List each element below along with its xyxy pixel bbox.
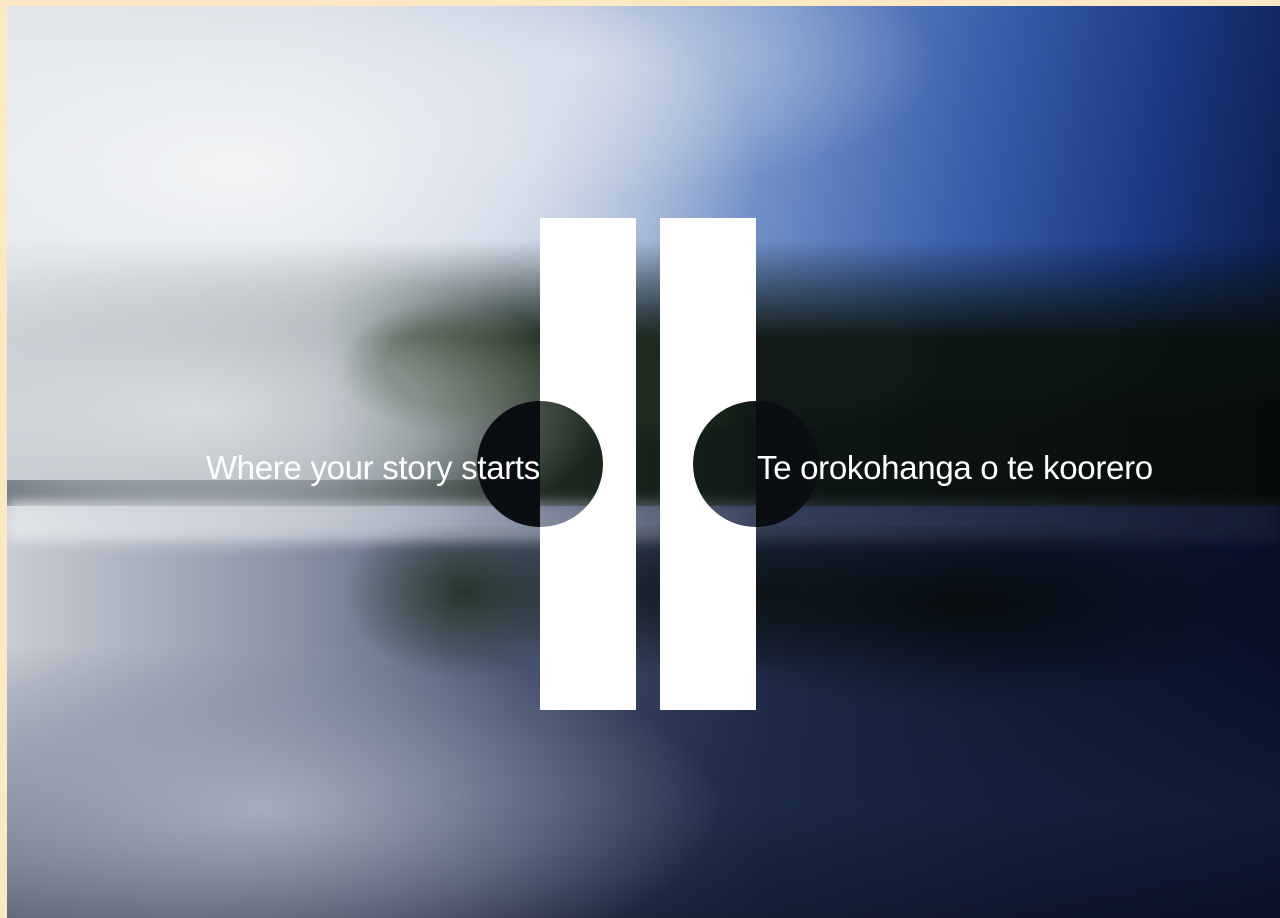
tagline-english: Where your story starts	[205, 449, 540, 486]
tagline-maori: Te orokohanga o te koorero	[757, 449, 1153, 486]
logo-left-pillar	[540, 218, 636, 710]
hero-photo-lake-mist: Where your story starts Te orokohanga o …	[7, 6, 1280, 918]
page-frame: Where your story starts Te orokohanga o …	[0, 0, 1280, 918]
logo-right-pillar	[660, 218, 756, 710]
